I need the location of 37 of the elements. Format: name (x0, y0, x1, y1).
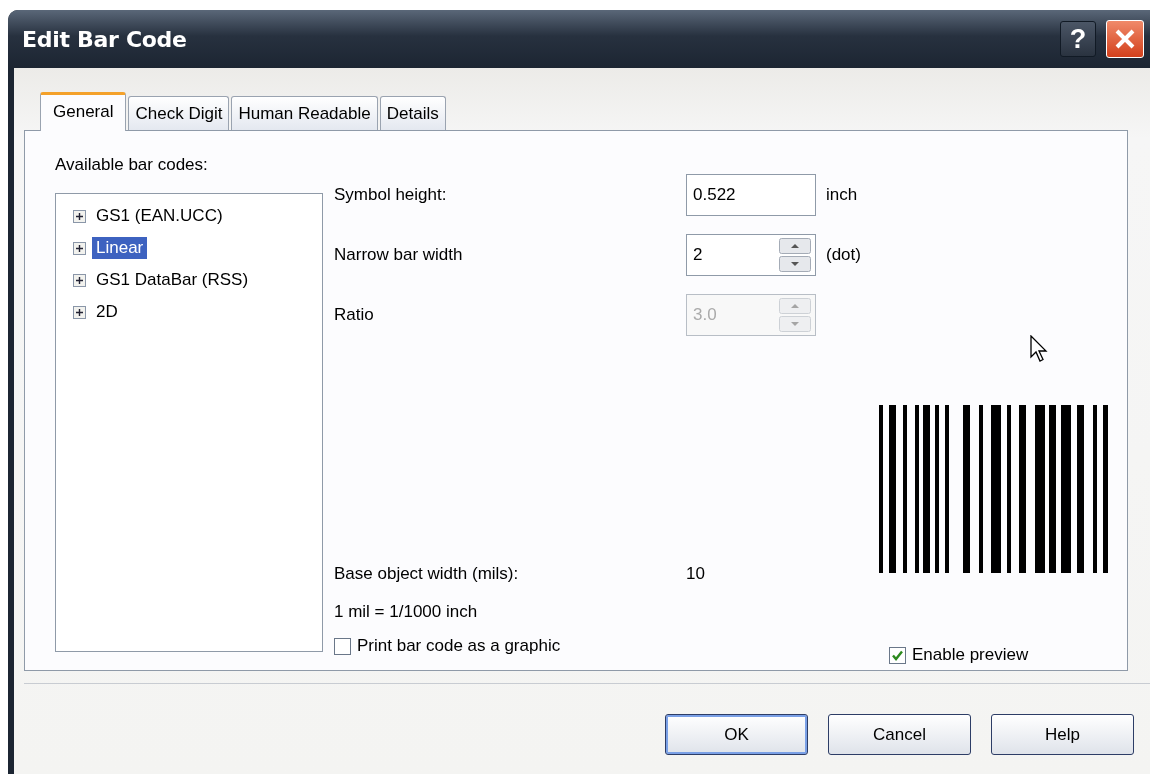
tree-label: Available bar codes: (55, 155, 209, 176)
base-width-label: Base object width (mils): (334, 564, 520, 584)
dialog-button[interactable]: Help (991, 714, 1134, 755)
plus-icon[interactable] (73, 241, 86, 255)
print-graphic-checkbox[interactable]: Print bar code as a graphic (334, 636, 879, 656)
help-button[interactable]: ? (1060, 21, 1096, 57)
tab[interactable]: General (40, 92, 127, 131)
checkbox[interactable] (889, 646, 906, 664)
close-icon (1114, 28, 1136, 50)
tree-item[interactable]: 2D (92, 301, 122, 323)
mouse-pointer-icon (1030, 335, 1048, 363)
field-label: Symbol height: (334, 185, 448, 205)
tab[interactable]: Details (379, 96, 446, 130)
tree-item[interactable]: Linear (92, 237, 148, 259)
unit-note: 1 mil = 1/1000 inch (334, 602, 478, 622)
close-button[interactable] (1106, 20, 1144, 58)
field-label: Ratio (334, 305, 375, 325)
dialog-button[interactable]: OK (665, 714, 808, 755)
input-field[interactable]: 0.522 (686, 174, 816, 216)
tree-item[interactable]: GS1 (EAN.UCC) (92, 205, 227, 227)
window-title: Edit Bar Code (22, 26, 188, 52)
base-width-value: 10 (686, 564, 705, 584)
checkmark-icon (891, 648, 904, 662)
plus-icon[interactable] (73, 305, 86, 319)
unit-label: inch (826, 185, 858, 205)
spin-field[interactable]: 2 (686, 234, 816, 276)
dialog-button[interactable]: Cancel (828, 714, 971, 755)
tree-item[interactable]: GS1 DataBar (RSS) (92, 269, 253, 291)
spinner-arrows-icon[interactable] (779, 238, 811, 272)
plus-icon[interactable] (73, 209, 86, 223)
plus-icon[interactable] (73, 273, 86, 287)
field-label: Narrow bar width (334, 245, 464, 265)
enable-preview-checkbox[interactable]: Enable preview (889, 645, 1029, 665)
unit-label: (dot) (826, 245, 861, 265)
tab[interactable]: Human Readable (231, 96, 378, 130)
checkbox[interactable] (334, 637, 351, 655)
tab[interactable]: Check Digit (128, 96, 230, 130)
